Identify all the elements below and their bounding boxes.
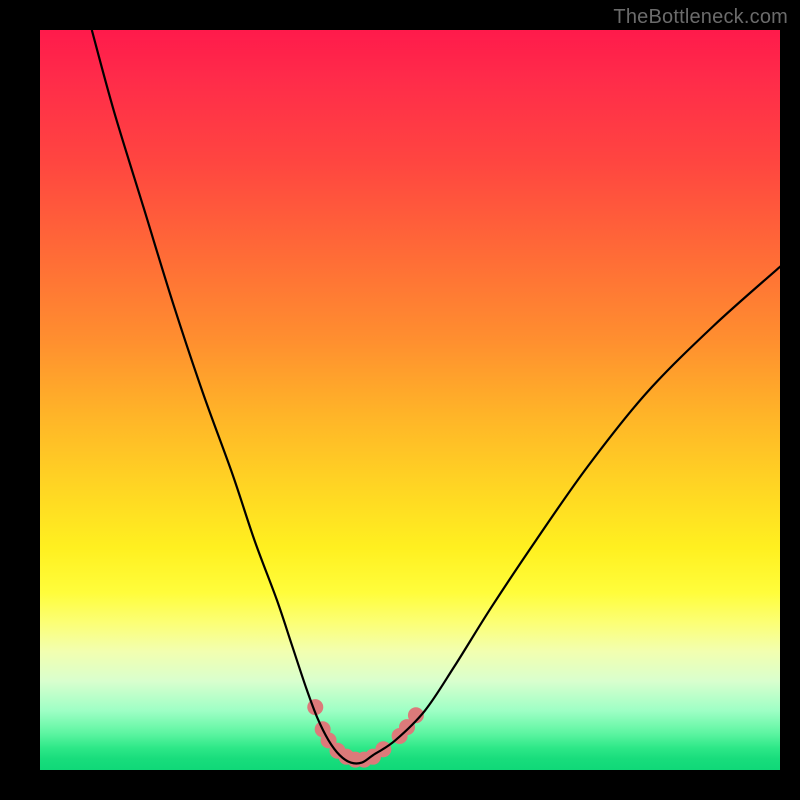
curve-svg [40, 30, 780, 770]
bottleneck-curve [92, 30, 780, 764]
plot-area [40, 30, 780, 770]
watermark-text: TheBottleneck.com [613, 6, 788, 29]
chart-frame: TheBottleneck.com [0, 0, 800, 800]
